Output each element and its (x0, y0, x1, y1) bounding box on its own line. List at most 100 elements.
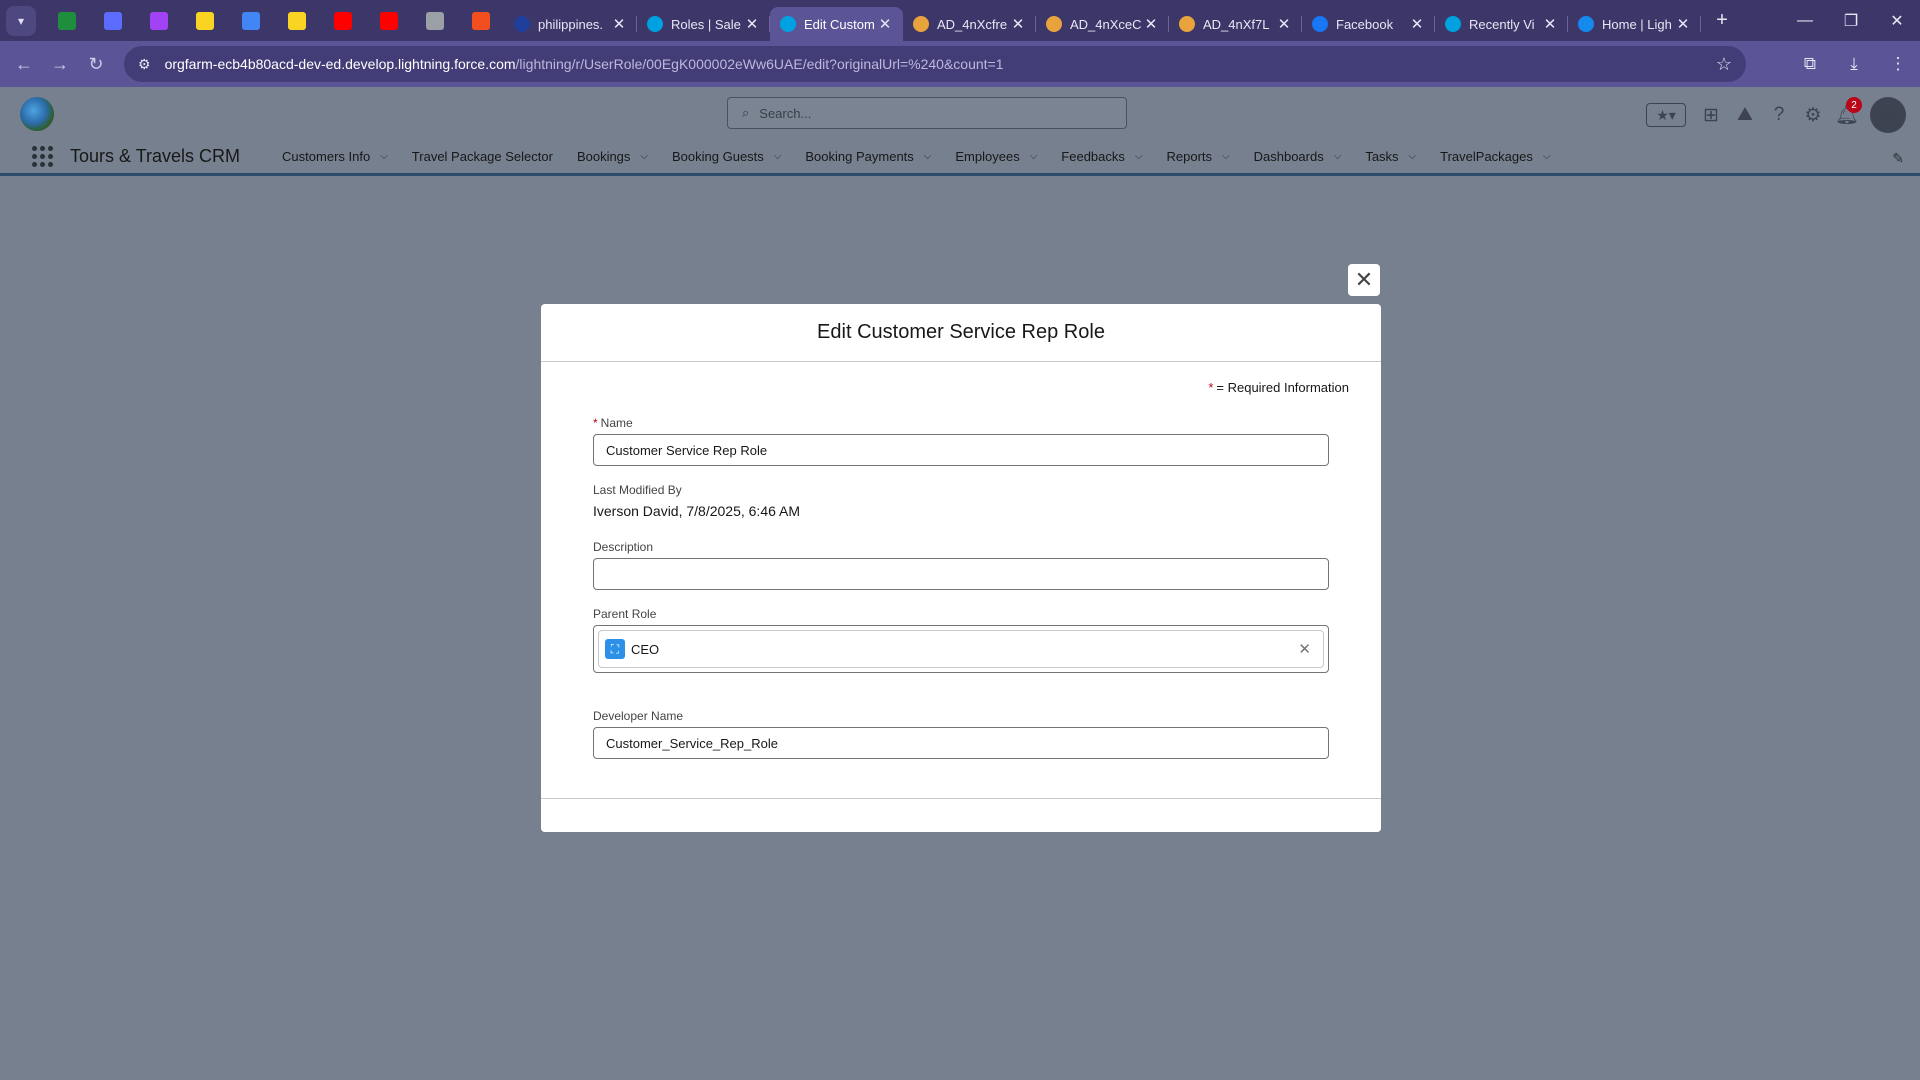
nav-item[interactable]: Dashboards ⌵ (1242, 149, 1354, 164)
close-tab-icon[interactable]: ✕ (1675, 15, 1691, 33)
browser-tab[interactable]: AD_4nXf7L ✕ (1169, 7, 1302, 41)
close-tab-icon[interactable]: ✕ (877, 15, 893, 33)
pinned-tab-icon[interactable] (228, 0, 274, 41)
browser-tab[interactable]: AD_4nXcfre ✕ (903, 7, 1036, 41)
browser-tab[interactable]: Home | Ligh ✕ (1568, 7, 1701, 41)
nav-item[interactable]: Tasks ⌵ (1353, 149, 1428, 164)
pinned-tab-icon[interactable] (366, 0, 412, 41)
chevron-down-icon[interactable]: ⌵ (1030, 151, 1038, 162)
pinned-tab-icon[interactable] (320, 0, 366, 41)
nav-item[interactable]: Customers Info ⌵ (270, 149, 400, 164)
clear-selection-icon[interactable]: ✕ (1298, 640, 1311, 658)
favorites-star-icon[interactable]: ★▾ (1646, 103, 1686, 127)
global-actions-plus-icon[interactable]: ⊞ (1694, 99, 1728, 131)
tab-search-chevron-icon[interactable]: ▾ (6, 5, 36, 36)
minimize-icon[interactable]: — (1782, 0, 1828, 41)
close-window-icon[interactable]: ✕ (1874, 0, 1920, 41)
close-tab-icon[interactable]: ✕ (1010, 15, 1026, 33)
trailhead-icon[interactable]: ⛰ (1728, 99, 1762, 131)
nav-item[interactable]: Employees ⌵ (943, 149, 1049, 164)
restore-icon[interactable]: ❐ (1828, 0, 1874, 41)
pinned-tab-icon[interactable] (90, 0, 136, 41)
download-icon[interactable]: ⤓ (1832, 54, 1876, 74)
search-icon: ⌕ (742, 105, 750, 120)
site-info-icon[interactable]: ⚙ (138, 56, 151, 73)
edit-nav-pencil-icon[interactable]: ✎ (1892, 150, 1904, 167)
app-name: Tours & Travels CRM (70, 146, 241, 166)
nav-item[interactable]: Booking Payments ⌵ (793, 149, 943, 164)
browser-tab[interactable]: philippines. ✕ (504, 7, 637, 41)
parent-role-label: Parent Role (593, 607, 657, 621)
new-tab-plus-icon[interactable]: + (1705, 9, 1739, 32)
nav-item[interactable]: Feedbacks ⌵ (1049, 149, 1154, 164)
help-icon[interactable]: ? (1762, 99, 1796, 131)
forward-arrow-icon[interactable]: → (42, 46, 78, 82)
avatar[interactable]: ◉ (1870, 97, 1906, 133)
close-tab-icon[interactable]: ✕ (611, 15, 627, 33)
reload-icon[interactable]: ↻ (78, 46, 114, 82)
description-input[interactable] (593, 558, 1329, 590)
chevron-down-icon[interactable]: ⌵ (380, 151, 388, 162)
extensions-icon[interactable]: ⧉ (1788, 54, 1832, 74)
required-asterisk: * (593, 416, 598, 430)
url-text[interactable]: orgfarm-ecb4b80acd-dev-ed.develop.lightn… (165, 56, 1004, 72)
browser-menu-icon[interactable]: ⋮ (1876, 54, 1920, 74)
required-info-note: * = Required Information (1208, 380, 1349, 395)
browser-tab[interactable]: AD_4nXceC ✕ (1036, 7, 1169, 41)
tab-separator (1700, 16, 1701, 32)
close-tab-icon[interactable]: ✕ (1276, 15, 1292, 33)
nav-item-label: Customers Info (282, 149, 371, 164)
app-launcher-icon[interactable] (30, 145, 54, 169)
browser-tab[interactable]: Edit Custom ✕ (770, 7, 903, 41)
chevron-down-icon[interactable]: ⌵ (1135, 151, 1143, 162)
pinned-tab-icon[interactable] (136, 0, 182, 41)
address-bar[interactable]: ⚙ orgfarm-ecb4b80acd-dev-ed.develop.ligh… (124, 46, 1746, 82)
chevron-down-icon[interactable]: ⌵ (1222, 151, 1230, 162)
chevron-down-icon[interactable]: ⌵ (640, 151, 648, 162)
name-input[interactable]: Customer Service Rep Role (593, 434, 1329, 466)
close-tab-icon[interactable]: ✕ (1143, 15, 1159, 33)
chevron-down-icon[interactable]: ⌵ (1334, 151, 1342, 162)
browser-tab[interactable]: Facebook ✕ (1302, 7, 1435, 41)
chevron-down-icon[interactable]: ⌵ (1543, 151, 1551, 162)
close-tab-icon[interactable]: ✕ (744, 15, 760, 33)
pinned-tab-icon[interactable] (44, 0, 90, 41)
pinned-tab-icon[interactable] (182, 0, 228, 41)
parent-role-lookup[interactable]: ⛶ CEO ✕ (593, 625, 1329, 673)
nav-item[interactable]: Reports ⌵ (1154, 149, 1241, 164)
setup-gear-icon[interactable]: ⚙ (1796, 99, 1830, 131)
nav-item[interactable]: Travel Package Selector (400, 149, 565, 164)
tab-title: AD_4nXceC (1070, 16, 1142, 32)
pinned-favicon-icon (104, 11, 122, 30)
name-label-text: Name (600, 416, 633, 430)
pinned-tab-icon[interactable] (274, 0, 320, 41)
nav-item-label: Dashboards (1253, 149, 1324, 164)
chevron-down-icon[interactable]: ⌵ (774, 151, 782, 162)
bookmark-star-icon[interactable]: ☆ (1716, 54, 1732, 75)
modal-close-button[interactable]: ✕ (1348, 264, 1380, 296)
developer-name-input[interactable]: Customer_Service_Rep_Role (593, 727, 1329, 759)
back-arrow-icon[interactable]: ← (6, 46, 42, 82)
notifications-bell-icon[interactable]: 🔔︎ 2 (1830, 97, 1864, 131)
close-tab-icon[interactable]: ✕ (1409, 15, 1425, 33)
browser-tab[interactable]: Roles | Sale ✕ (637, 7, 770, 41)
window-controls: — ❐ ✕ (1782, 0, 1920, 41)
nav-item[interactable]: TravelPackages ⌵ (1428, 149, 1562, 164)
pinned-tab-icon[interactable] (412, 0, 458, 41)
tab-title: Recently Vi (1469, 16, 1535, 32)
browser-tab[interactable]: Recently Vi ✕ (1435, 7, 1568, 41)
parent-role-pill[interactable]: ⛶ CEO ✕ (598, 630, 1324, 668)
chevron-down-icon[interactable]: ⌵ (1409, 151, 1417, 162)
org-logo[interactable] (20, 97, 54, 131)
pinned-tab-icon[interactable] (458, 0, 504, 41)
tab-title: Roles | Sale (671, 16, 741, 32)
pinned-favicon-icon (242, 11, 260, 30)
chevron-down-icon[interactable]: ⌵ (924, 151, 932, 162)
pinned-favicon-icon (288, 11, 306, 30)
tab-title: AD_4nXf7L (1203, 16, 1270, 32)
close-tab-icon[interactable]: ✕ (1542, 15, 1558, 33)
global-search-input[interactable]: ⌕ Search... (727, 97, 1127, 129)
nav-item[interactable]: Bookings ⌵ (565, 149, 660, 164)
salesforce-cloud-icon (780, 16, 796, 32)
nav-item[interactable]: Booking Guests ⌵ (660, 149, 793, 164)
